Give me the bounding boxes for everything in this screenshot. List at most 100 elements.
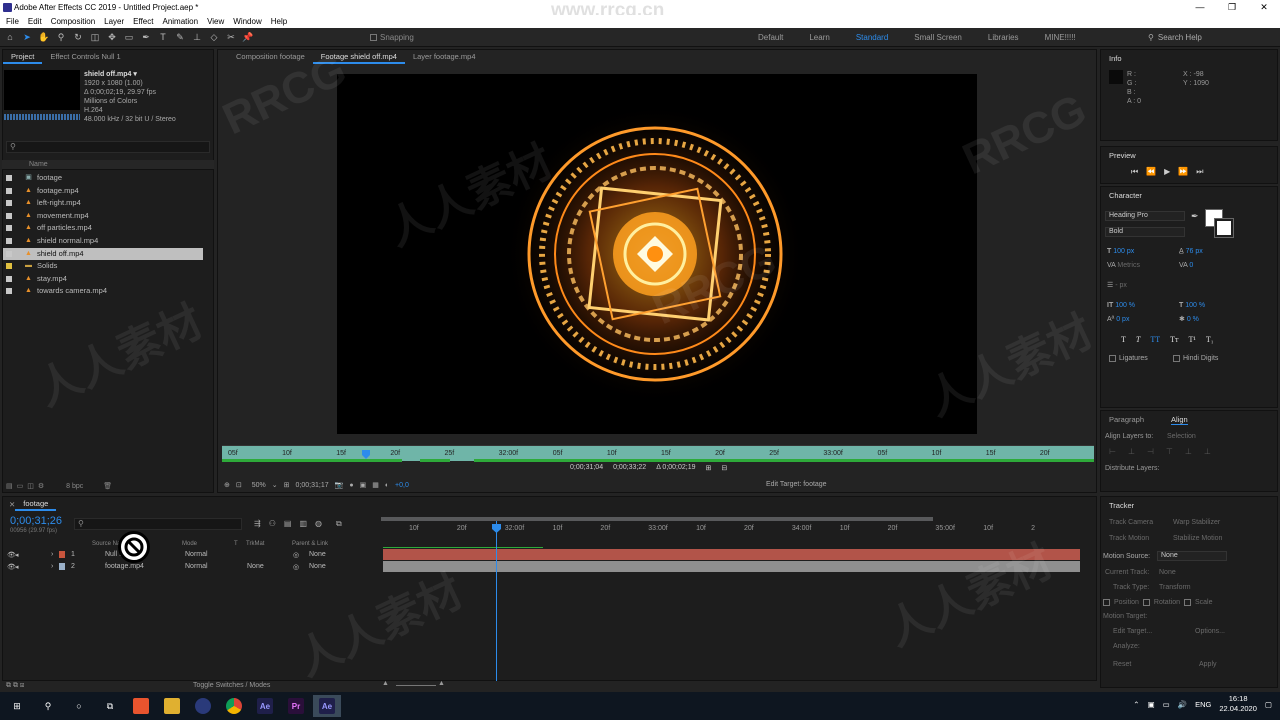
layer-mode[interactable]: Normal [185, 563, 208, 570]
track-type-value[interactable]: Transform [1159, 584, 1191, 591]
track-motion-button[interactable]: Track Motion [1109, 535, 1149, 542]
reset-button[interactable]: Reset [1113, 661, 1131, 668]
roto-brush-tool-icon[interactable]: ✂ [224, 31, 238, 43]
layer-parent[interactable]: None [309, 551, 326, 558]
hand-tool-icon[interactable]: ✋ [37, 31, 51, 43]
layer-name[interactable]: footage.mp4 [105, 563, 144, 570]
zoom-tool-icon[interactable]: ⚲ [54, 31, 68, 43]
new-folder-icon[interactable]: ▭ [17, 482, 24, 490]
baseline-shift-value[interactable]: 0 px [1116, 316, 1129, 323]
rectangle-tool-icon[interactable]: ▭ [122, 31, 136, 43]
tab-project[interactable]: Project [3, 50, 43, 64]
menu-view[interactable]: View [207, 17, 224, 26]
layer-parent[interactable]: None [309, 563, 326, 570]
align-bottom-icon[interactable]: ⊥ [1204, 447, 1211, 456]
trash-icon[interactable]: 🗑 [103, 482, 112, 490]
workspace-default[interactable]: Default [758, 33, 783, 42]
app-blue-circle-icon[interactable] [189, 695, 217, 717]
adjust-settings-icon[interactable]: ⚙ [38, 482, 44, 490]
transparency-grid-icon[interactable]: ▦ [372, 481, 379, 489]
previous-frame-icon[interactable]: ⏪ [1146, 167, 1156, 177]
audio-icon[interactable]: ◂ [15, 563, 19, 571]
label-color-swatch[interactable] [6, 187, 12, 194]
always-preview-icon[interactable]: ⊕ [224, 481, 230, 489]
menu-file[interactable]: File [6, 17, 19, 26]
superscript-button[interactable]: T¹ [1189, 335, 1196, 344]
font-style-select[interactable]: Bold [1105, 227, 1185, 237]
camera-tool-icon[interactable]: ◫ [88, 31, 102, 43]
project-item[interactable]: ▲ shield off.mp4 [3, 247, 203, 260]
menu-help[interactable]: Help [271, 17, 287, 26]
viewer-timecode[interactable]: 0;00;31;17 [296, 482, 329, 489]
label-color-swatch[interactable] [6, 263, 12, 270]
viewer-playhead-icon[interactable] [362, 450, 370, 460]
align-hcenter-icon[interactable]: ⊥ [1128, 447, 1135, 456]
workspace-learn[interactable]: Learn [809, 33, 829, 42]
work-area-bar[interactable] [381, 517, 933, 521]
search-help-field[interactable]: ⚲ Search Help [1148, 31, 1276, 44]
in-point[interactable]: 0;00;31;04 [570, 464, 603, 472]
project-item[interactable]: ▬ Solids [3, 260, 203, 272]
label-color-swatch[interactable] [6, 175, 12, 181]
workspace-small-screen[interactable]: Small Screen [914, 33, 962, 42]
tab-layer-footage[interactable]: Layer footage.mp4 [405, 50, 484, 64]
menu-layer[interactable]: Layer [104, 17, 124, 26]
volume-icon[interactable]: 🔊 [1178, 700, 1187, 709]
subscript-button[interactable]: T₁ [1206, 335, 1214, 344]
tracking-value[interactable]: 0 [1189, 262, 1193, 269]
safe-zones-icon[interactable]: ⊞ [284, 481, 290, 489]
chrome-icon[interactable] [220, 695, 248, 717]
timeline-layer-row[interactable]: 👁 ◂ › 1 Null 1 Normal ◎ None [3, 550, 379, 561]
snapshot-icon[interactable]: 📷 [335, 481, 344, 489]
menu-composition[interactable]: Composition [51, 17, 95, 26]
comp-mini-flowchart-icon[interactable]: ⇶ [254, 519, 261, 529]
t-header[interactable]: T [234, 541, 238, 547]
parent-header[interactable]: Parent & Link [292, 541, 328, 547]
bit-depth-label[interactable]: 8 bpc [66, 483, 83, 490]
tab-align[interactable]: Align [1171, 415, 1188, 425]
play-icon[interactable]: ▶ [1164, 167, 1170, 177]
stroke-width-value[interactable]: - px [1115, 282, 1127, 289]
snapping-toggle[interactable]: Snapping [370, 33, 414, 42]
layer-mode[interactable]: Normal [185, 551, 208, 558]
frame-blending-icon[interactable]: ▥ [299, 519, 307, 529]
draft-3d-icon[interactable]: ⚇ [269, 519, 276, 529]
interpret-footage-icon[interactable]: ▤ [6, 482, 13, 490]
layer-trkmat[interactable]: None [247, 563, 264, 570]
show-channel-icon[interactable]: ● [349, 482, 353, 489]
timeline-playhead[interactable] [496, 521, 497, 681]
selected-footage-name[interactable]: shield off.mp4 ▾ [84, 70, 176, 79]
horizontal-scale-value[interactable]: 100 % [1185, 302, 1205, 309]
region-of-interest-icon[interactable]: ▣ [360, 481, 367, 489]
workspace-mine[interactable]: MINE!!!!! [1045, 33, 1076, 42]
tab-paragraph[interactable]: Paragraph [1109, 415, 1144, 424]
faux-italic-button[interactable]: T [1136, 335, 1140, 344]
align-vcenter-icon[interactable]: ⊥ [1185, 447, 1192, 456]
name-column-header[interactable]: Name [29, 161, 48, 168]
project-item[interactable]: ▲ shield normal.mp4 [3, 235, 203, 247]
overlay-edit-icon[interactable]: ⊟ [721, 464, 727, 472]
label-color-swatch[interactable] [6, 225, 12, 232]
menu-edit[interactable]: Edit [28, 17, 42, 26]
taskbar-clock[interactable]: 16:18 22.04.2020 [1219, 694, 1257, 714]
duration[interactable]: Δ 0;00;02;19 [656, 464, 695, 472]
current-track-value[interactable]: None [1159, 569, 1176, 576]
warp-stabilizer-button[interactable]: Warp Stabilizer [1173, 519, 1220, 526]
vertical-scale-value[interactable]: 100 % [1115, 302, 1135, 309]
align-right-icon[interactable]: ⊣ [1147, 447, 1154, 456]
mode-header[interactable]: Mode [182, 541, 197, 547]
tray-chevron-icon[interactable]: ⌃ [1133, 700, 1139, 709]
magnification-icon[interactable]: ⊡ [236, 481, 242, 489]
stroke-color-swatch[interactable] [1214, 218, 1234, 238]
tab-footage-shield-off[interactable]: Footage shield off.mp4 [312, 50, 405, 64]
kerning-value[interactable]: Metrics [1117, 262, 1140, 269]
small-caps-button[interactable]: Tт [1170, 335, 1178, 344]
first-frame-icon[interactable]: ⏮ [1131, 167, 1138, 177]
project-search-input[interactable]: ⚲ [6, 141, 210, 153]
search-icon[interactable]: ⚲ [34, 695, 62, 717]
out-point[interactable]: 0;00;33;22 [613, 464, 646, 472]
timeline-search-input[interactable]: ⚲ [74, 518, 242, 530]
tab-effect-controls[interactable]: Effect Controls Null 1 [42, 50, 128, 64]
rotation-checkbox[interactable] [1142, 599, 1150, 606]
windows-start-icon[interactable]: ⊞ [3, 695, 31, 717]
